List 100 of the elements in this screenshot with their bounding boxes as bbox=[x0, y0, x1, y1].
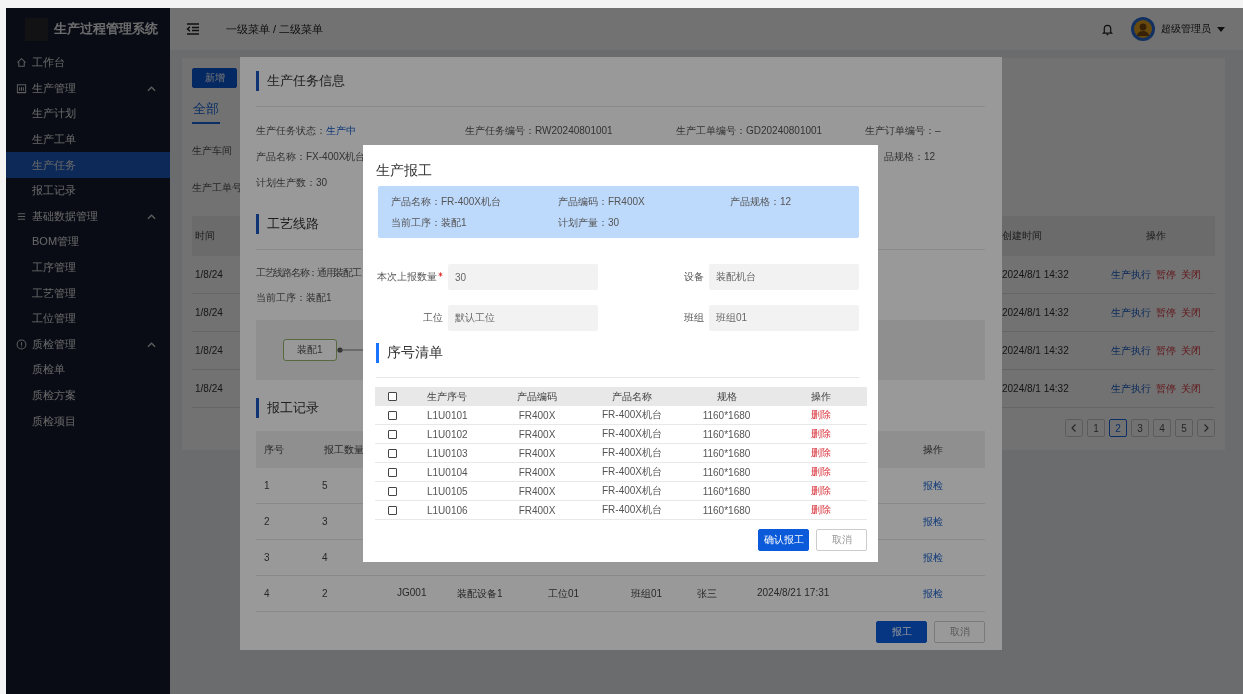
column-header: 操作 bbox=[1145, 229, 1167, 243]
inspect-link[interactable]: 报检 bbox=[922, 587, 943, 599]
action-link[interactable]: 关闭 bbox=[1181, 305, 1201, 320]
bell-icon[interactable] bbox=[1102, 22, 1113, 36]
summary-text: 产品规格：12 bbox=[730, 194, 792, 209]
nav-item[interactable]: 质检方案 bbox=[6, 382, 170, 409]
column-header: 生产序号 bbox=[426, 389, 468, 404]
table-cell-text: 3 bbox=[321, 516, 329, 527]
input-field[interactable]: 默认工位 bbox=[448, 305, 598, 331]
section-title: 序号清单 bbox=[387, 344, 443, 362]
action-link[interactable]: 生产执行 bbox=[1111, 381, 1151, 396]
delete-link[interactable]: 删除 bbox=[810, 504, 831, 515]
checkbox[interactable] bbox=[387, 448, 397, 458]
delete-link[interactable]: 删除 bbox=[810, 466, 831, 477]
nav-item[interactable]: 质检单 bbox=[6, 357, 170, 383]
table-cell-text: 2 bbox=[321, 588, 329, 599]
inspect-link[interactable]: 报检 bbox=[922, 515, 943, 527]
checkbox[interactable] bbox=[387, 410, 397, 420]
breadcrumb: 一级菜单 / 二级菜单 bbox=[226, 21, 324, 37]
info-text: 生产工单编号：GD20240801001 bbox=[676, 124, 823, 138]
table-cell-text: JG001 bbox=[396, 586, 428, 600]
action-link[interactable]: 暂停 bbox=[1156, 305, 1176, 320]
input-field[interactable]: 班组01 bbox=[709, 305, 859, 331]
action-link[interactable]: 暂停 bbox=[1156, 343, 1176, 358]
table-cell-text: FR400X bbox=[517, 504, 557, 516]
checkbox[interactable] bbox=[387, 429, 397, 439]
dialog-button[interactable]: 报工 bbox=[876, 621, 927, 643]
filter-label: 生产工单号 bbox=[192, 181, 242, 195]
nav-group[interactable]: 生产管理 bbox=[6, 75, 170, 102]
action-link[interactable]: 生产执行 bbox=[1111, 343, 1151, 358]
nav-item[interactable]: 工序管理 bbox=[6, 254, 170, 281]
action-link[interactable]: 暂停 bbox=[1156, 381, 1176, 396]
action-link[interactable]: 生产执行 bbox=[1111, 267, 1151, 282]
tab[interactable]: 全部 bbox=[192, 100, 220, 124]
inspect-link[interactable]: 报检 bbox=[922, 551, 943, 563]
table-cell-text: 1160*1680 bbox=[701, 428, 752, 440]
chevron-icon bbox=[147, 85, 156, 92]
nav-item[interactable]: 质检项目 bbox=[6, 408, 170, 434]
dialog-button[interactable]: 确认报工 bbox=[758, 529, 809, 551]
input-field[interactable]: 30 bbox=[448, 264, 598, 290]
list-icon bbox=[16, 210, 27, 222]
column-header: 产品编码 bbox=[516, 389, 558, 404]
process-node[interactable]: 装配1 bbox=[283, 339, 337, 361]
table-cell-text: 1160*1680 bbox=[701, 504, 752, 516]
table-cell-text: 张三 bbox=[697, 586, 718, 601]
caret-icon[interactable] bbox=[1217, 26, 1225, 32]
table-cell-text: L1U0102 bbox=[426, 428, 469, 440]
nav-item[interactable]: 生产计划 bbox=[6, 101, 170, 127]
table-cell-text: L1U0103 bbox=[426, 447, 469, 459]
input-field[interactable]: 装配机台 bbox=[709, 264, 859, 290]
page-button[interactable]: 2 bbox=[1109, 419, 1127, 437]
delete-link[interactable]: 删除 bbox=[810, 485, 831, 496]
add-button[interactable]: 新增 bbox=[192, 68, 237, 88]
avatar[interactable] bbox=[1131, 17, 1155, 41]
column-header: 规格 bbox=[715, 389, 738, 404]
column-header: 报工数量 bbox=[323, 442, 365, 457]
action-link[interactable]: 关闭 bbox=[1181, 343, 1201, 358]
nav-item[interactable]: 工作台 bbox=[6, 50, 170, 76]
app-title: 生产过程管理系统 bbox=[54, 20, 158, 38]
nav-item[interactable]: BOM管理 bbox=[6, 229, 170, 255]
nav-group[interactable]: 基础数据管理 bbox=[6, 203, 170, 230]
nav-group[interactable]: 质检管理 bbox=[6, 331, 170, 358]
checkbox[interactable] bbox=[387, 486, 397, 496]
column-header: 操作 bbox=[809, 389, 832, 404]
table-cell-text: FR400X bbox=[517, 428, 557, 440]
delete-link[interactable]: 删除 bbox=[810, 428, 831, 439]
building-icon bbox=[16, 82, 27, 94]
table-cell-text: 1160*1680 bbox=[701, 447, 752, 459]
nav-item[interactable]: 生产任务 bbox=[6, 152, 170, 178]
table-cell-text: 2024/8/1 14:32 bbox=[1002, 383, 1070, 394]
delete-link[interactable]: 删除 bbox=[810, 409, 831, 420]
section-title: 生产任务信息 bbox=[267, 72, 345, 90]
info-text: 计划生产数：30 bbox=[256, 176, 328, 190]
page-button[interactable]: 1 bbox=[1087, 419, 1105, 437]
dialog-button[interactable]: 取消 bbox=[816, 529, 867, 551]
page-button[interactable]: 3 bbox=[1131, 419, 1149, 437]
nav-item[interactable]: 工位管理 bbox=[6, 305, 170, 332]
info-text: 生产任务编号：RW20240801001 bbox=[465, 124, 613, 138]
checkbox[interactable] bbox=[387, 467, 397, 477]
page-button[interactable]: 5 bbox=[1175, 419, 1193, 437]
action-link[interactable]: 暂停 bbox=[1156, 267, 1176, 282]
page-button[interactable]: 4 bbox=[1153, 419, 1171, 437]
action-link[interactable]: 关闭 bbox=[1181, 267, 1201, 282]
table-cell-text: 4 bbox=[321, 552, 329, 563]
action-link[interactable]: 关闭 bbox=[1181, 381, 1201, 396]
table-cell-text: L1U0106 bbox=[426, 504, 469, 516]
inspect-link[interactable]: 报检 bbox=[922, 479, 943, 491]
table-cell-text: 1 bbox=[263, 480, 271, 491]
section-title: 报工记录 bbox=[267, 399, 319, 417]
column-header: 操作 bbox=[921, 442, 944, 457]
status-value: 生产中 bbox=[326, 125, 356, 136]
menu-icon[interactable] bbox=[186, 23, 200, 35]
nav-item[interactable]: 工艺管理 bbox=[6, 280, 170, 306]
delete-link[interactable]: 删除 bbox=[810, 447, 831, 458]
checkbox[interactable] bbox=[387, 505, 397, 515]
table-cell-text: 1/8/24 bbox=[194, 269, 223, 280]
action-link[interactable]: 生产执行 bbox=[1111, 305, 1151, 320]
user-name[interactable]: 超级管理员 bbox=[1161, 22, 1211, 36]
column-header: 序号 bbox=[263, 442, 285, 457]
checkbox[interactable] bbox=[387, 392, 397, 401]
